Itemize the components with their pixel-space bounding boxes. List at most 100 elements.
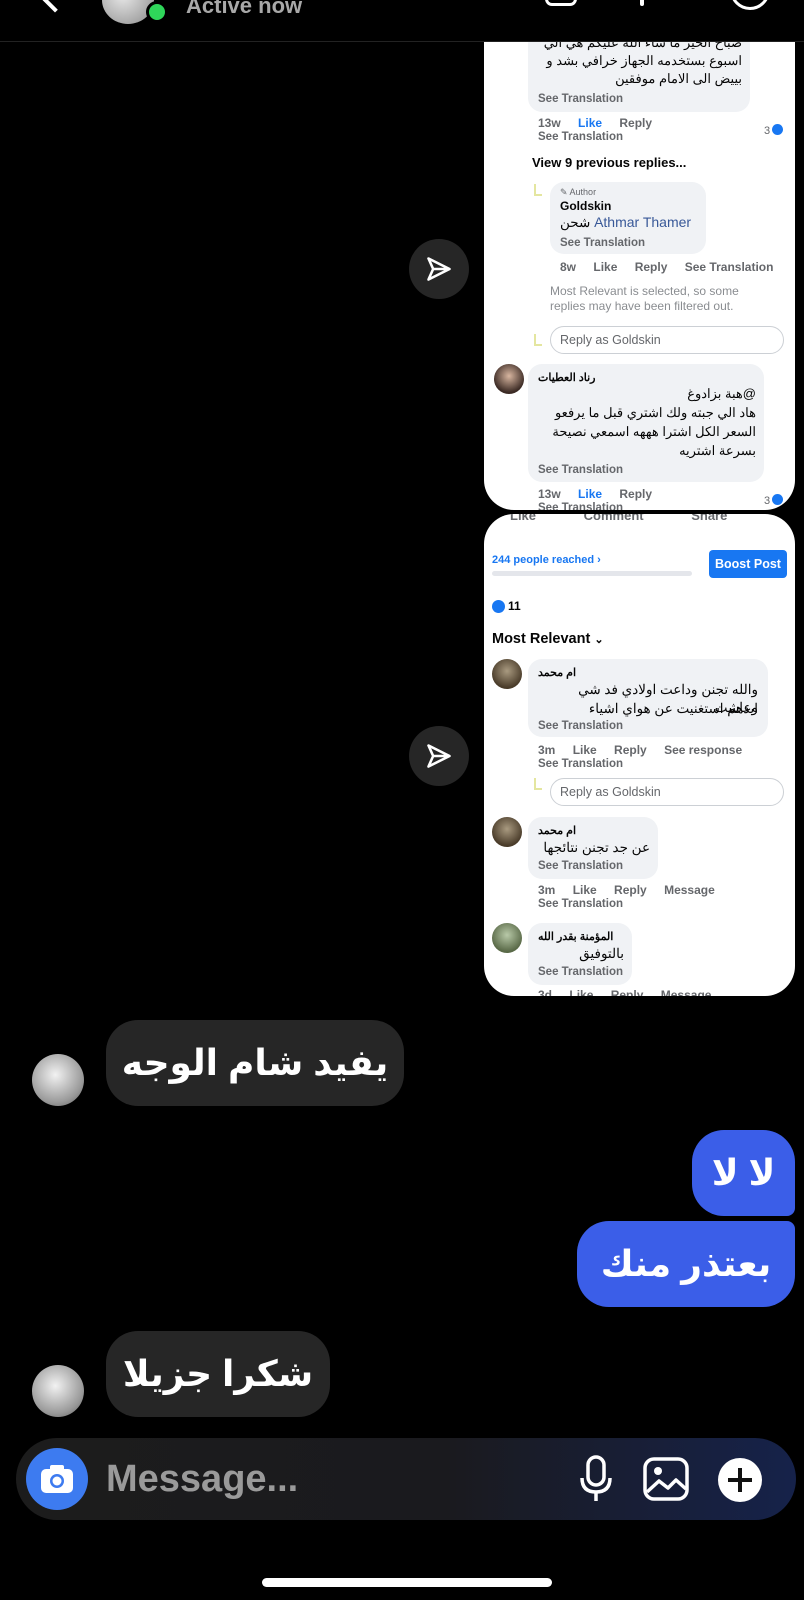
see-translation-link[interactable]: See Translation [538, 720, 623, 732]
share-button[interactable] [409, 239, 469, 299]
author-badge: ✎ Author [560, 187, 597, 197]
comment-line: السعر الكل اشترا هههه اسمعي نصيحة [552, 424, 756, 439]
comment-time: 8w [560, 260, 577, 274]
comment-time: 13w [538, 116, 561, 130]
commenter-name[interactable]: المؤمنة بقدر الله [538, 930, 613, 943]
message-composer [16, 1438, 796, 1520]
author-reply-text: شحن Athmar Thamer [560, 214, 692, 230]
shared-screenshot-2[interactable]: Like Comment Share 244 people reached › … [484, 514, 795, 996]
commenter-name[interactable]: رناد العطيات [538, 371, 595, 384]
message-input[interactable] [106, 1456, 486, 1502]
commenter-avatar[interactable] [492, 817, 522, 847]
author-name[interactable]: Goldskin [560, 199, 611, 213]
mention-link[interactable]: Athmar Thamer [594, 214, 691, 230]
add-attachment-icon[interactable] [718, 1458, 762, 1502]
message-link[interactable]: Message [661, 988, 712, 996]
see-translation-link[interactable]: See Translation [538, 464, 623, 476]
thread-line-icon [534, 778, 542, 790]
comment-time: 3d [538, 988, 553, 996]
commenter-name[interactable]: ام محمد [538, 824, 576, 837]
comment-actions: 3m Like Reply See response [538, 743, 756, 757]
back-arrow-icon[interactable] [39, 0, 71, 13]
phone-call-icon[interactable] [545, 0, 577, 6]
online-status-dot [146, 1, 168, 23]
see-translation-link[interactable]: See Translation [538, 860, 623, 872]
view-previous-replies[interactable]: View 9 previous replies... [532, 155, 686, 170]
comment-action[interactable]: Comment [584, 514, 644, 523]
sort-dropdown[interactable]: Most Relevant ⌄ [492, 631, 604, 647]
see-translation-action[interactable]: See Translation [685, 260, 774, 274]
see-translation-link[interactable]: See Translation [538, 93, 623, 105]
reply-as-input[interactable]: Reply as Goldskin [550, 778, 784, 806]
comment-time: 3m [538, 743, 556, 757]
reach-progress-bar [492, 571, 692, 576]
comment-actions: 13w Like Reply [538, 116, 666, 130]
info-icon[interactable] [730, 0, 770, 10]
like-link[interactable]: Like [578, 116, 602, 130]
boost-post-button[interactable]: Boost Post [709, 550, 787, 578]
comment-actions: 3d Like Reply Message [538, 988, 725, 996]
outgoing-message[interactable]: لا لا [692, 1130, 795, 1216]
paper-plane-icon [427, 257, 451, 281]
reply-link[interactable]: Reply [619, 116, 652, 130]
share-action[interactable]: Share [691, 514, 727, 523]
author-reply-actions: 8w Like Reply See Translation [560, 260, 787, 274]
commenter-avatar[interactable] [492, 923, 522, 953]
shared-screenshot-1[interactable]: صباح الخير ما شاء الله عليكم هي الي اسبو… [484, 42, 795, 510]
active-status-text: Active now [186, 0, 303, 18]
reply-as-input[interactable]: Reply as Goldskin [550, 326, 784, 354]
incoming-message[interactable]: شكرا جزيلا [106, 1331, 330, 1417]
see-response-link[interactable]: See response [664, 743, 742, 757]
like-reaction-icon [492, 600, 505, 613]
gallery-icon[interactable] [642, 1456, 690, 1502]
outgoing-message[interactable]: بعتذر منك [577, 1221, 795, 1307]
share-button[interactable] [409, 726, 469, 786]
comment-line: هاد الي جبته ولك اشتري قبل ما يرفعو [554, 405, 756, 420]
chevron-down-icon: ⌄ [594, 634, 604, 646]
reply-link[interactable]: Reply [611, 988, 644, 996]
like-link[interactable]: Like [569, 988, 593, 996]
reaction-count: 3 [764, 494, 783, 507]
comment-time: 3m [538, 883, 556, 897]
comment-line: بسرعة اشتريه [679, 443, 756, 458]
like-link[interactable]: Like [573, 883, 597, 897]
see-translation-link[interactable]: See Translation [538, 758, 623, 770]
commenter-name[interactable]: ام محمد [538, 666, 576, 679]
like-action[interactable]: Like [510, 514, 536, 523]
reply-link[interactable]: Reply [635, 260, 668, 274]
commenter-avatar[interactable] [492, 659, 522, 689]
camera-button[interactable] [26, 1448, 88, 1510]
reply-link[interactable]: Reply [614, 883, 647, 897]
people-reached-link[interactable]: 244 people reached › [492, 554, 601, 566]
reaction-count: 3 [764, 124, 783, 137]
see-translation-link[interactable]: See Translation [560, 237, 645, 249]
message-link[interactable]: Message [664, 883, 715, 897]
thread-line-icon [534, 184, 542, 196]
see-translation-link[interactable]: See Translation [538, 131, 623, 143]
comment-line: عن جد تجنن نتائجها [543, 840, 650, 855]
incoming-message[interactable]: يفيد شام الوجه [106, 1020, 404, 1106]
see-translation-link[interactable]: See Translation [538, 966, 623, 978]
comment-text: صباح الخير ما شاء الله عليكم هي الي اسبو… [543, 42, 742, 86]
filter-note: Most Relevant is selected, so some repli… [550, 284, 739, 313]
contact-avatar[interactable] [32, 1054, 84, 1106]
reply-link[interactable]: Reply [614, 743, 647, 757]
like-link[interactable]: Like [573, 743, 597, 757]
commenter-avatar[interactable] [494, 364, 524, 394]
comment-line: @هبة بزادوغ [687, 386, 756, 401]
comment-line: بالتوفيق [579, 946, 624, 961]
see-translation-link[interactable]: See Translation [538, 502, 623, 510]
comment-actions: 3m Like Reply Message [538, 883, 729, 897]
comment-actions: 13w Like Reply [538, 487, 666, 501]
comment-line: ايدهم استغنيت عن هواي اشياء [588, 701, 758, 716]
thread-line-icon [534, 334, 542, 346]
like-link[interactable]: Like [593, 260, 617, 274]
contact-avatar[interactable] [32, 1365, 84, 1417]
reply-link[interactable]: Reply [619, 487, 652, 501]
like-link[interactable]: Like [578, 487, 602, 501]
home-indicator [262, 1578, 552, 1587]
like-count: 11 [508, 599, 521, 613]
see-translation-link[interactable]: See Translation [538, 898, 623, 910]
video-call-icon[interactable] [640, 0, 644, 6]
microphone-icon[interactable] [578, 1454, 614, 1504]
